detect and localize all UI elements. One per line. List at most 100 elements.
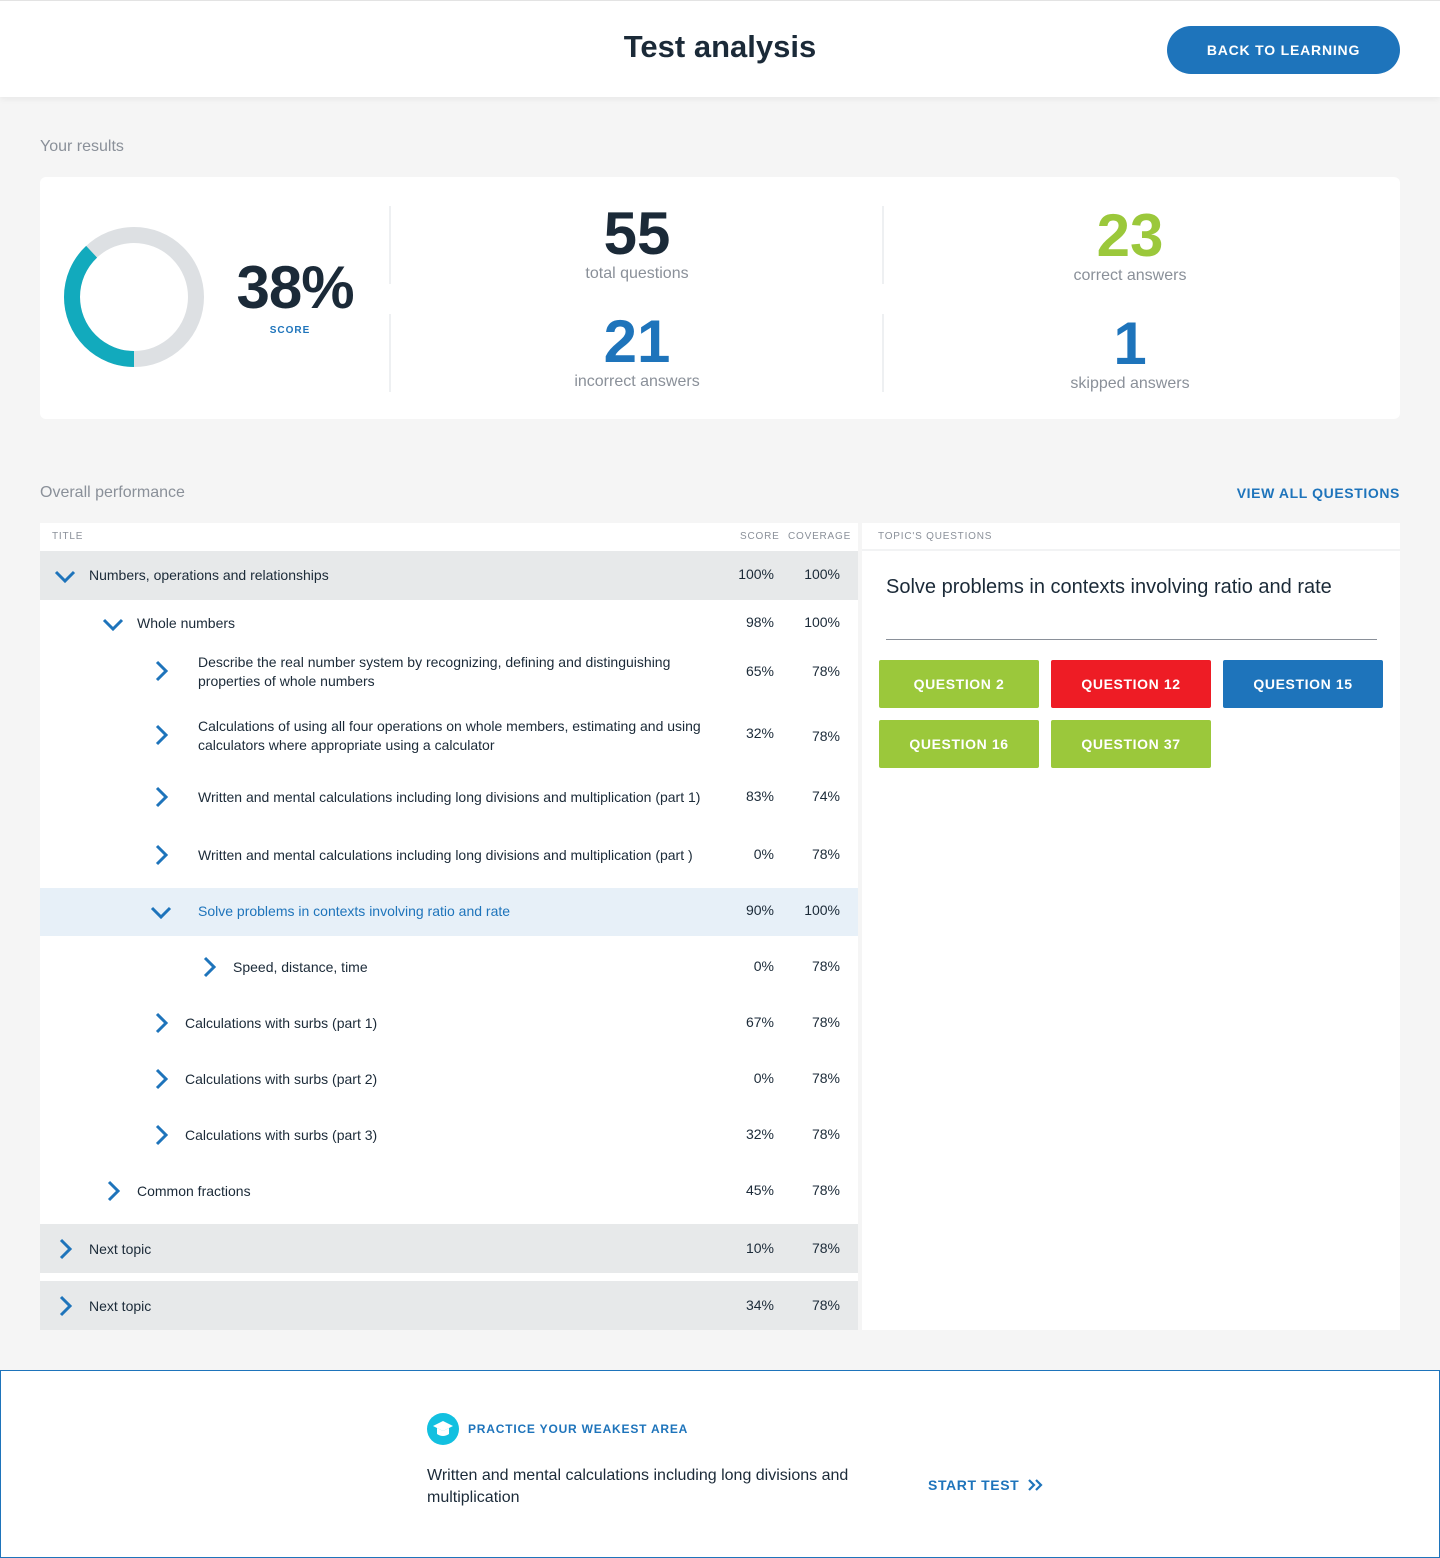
chevron-down-icon[interactable] (53, 564, 77, 588)
chevron-down-icon[interactable] (149, 900, 173, 924)
graduation-cap-icon (427, 1413, 459, 1445)
practice-weakest-area: PRACTICE YOUR WEAKEST AREA Written and m… (0, 1370, 1440, 1558)
row-score: 83% (745, 788, 774, 804)
row-coverage: 78% (811, 958, 840, 974)
page-header: Test analysis BACK TO LEARNING (0, 0, 1440, 97)
chevron-right-icon[interactable] (101, 1179, 125, 1203)
row-coverage: 78% (811, 728, 840, 744)
stat-skipped-answers: 1 skipped answers (980, 313, 1280, 393)
back-to-learning-button[interactable]: BACK TO LEARNING (1167, 26, 1400, 74)
row-coverage: 100% (804, 566, 840, 582)
column-header-title: TITLE (52, 531, 84, 542)
row-score: 10% (745, 1240, 774, 1256)
divider (886, 639, 1377, 640)
row-title: Numbers, operations and relationships (89, 567, 329, 583)
start-test-label: START TEST (928, 1477, 1020, 1493)
row-coverage: 78% (811, 1014, 840, 1030)
column-header-coverage: COVERAGE (788, 531, 852, 542)
chevron-right-icon[interactable] (149, 785, 173, 809)
table-row[interactable]: Calculations with surbs (part 1) 67% 78% (40, 1000, 858, 1048)
score-donut-chart (64, 227, 204, 367)
question-button-correct[interactable]: QUESTION 37 (1051, 720, 1211, 768)
table-row[interactable]: Common fractions 45% 78% (40, 1168, 858, 1216)
table-row[interactable]: Next topic 34% 78% (40, 1281, 858, 1330)
stat-label: skipped answers (1070, 375, 1190, 392)
table-row[interactable]: Whole numbers 98% 100% (40, 600, 858, 648)
row-score: 34% (745, 1297, 774, 1313)
table-row-selected[interactable]: Solve problems in contexts involving rat… (40, 888, 858, 936)
chevron-right-icon[interactable] (149, 1067, 173, 1091)
divider (882, 206, 884, 284)
row-title: Next topic (89, 1298, 152, 1314)
chevron-right-icon[interactable] (197, 955, 221, 979)
performance-section-label: Overall performance (40, 484, 185, 501)
question-button-incorrect[interactable]: QUESTION 12 (1051, 660, 1211, 708)
chevron-right-icon[interactable] (149, 1123, 173, 1147)
score-label: SCORE (269, 325, 311, 336)
row-coverage: 78% (811, 1297, 840, 1313)
stat-label: incorrect answers (574, 373, 700, 390)
chevron-right-icon[interactable] (53, 1237, 77, 1261)
row-coverage: 78% (811, 1070, 840, 1086)
chevron-right-icon[interactable] (149, 723, 173, 747)
question-button-correct[interactable]: QUESTION 2 (879, 660, 1039, 708)
row-title: Calculations with surbs (part 2) (185, 1071, 378, 1087)
row-coverage: 78% (811, 663, 840, 679)
row-score: 90% (745, 902, 774, 918)
row-coverage: 78% (811, 846, 840, 862)
row-score: 32% (745, 1126, 774, 1142)
row-coverage: 78% (811, 1182, 840, 1198)
row-score: 65% (745, 663, 774, 679)
start-test-button[interactable]: START TEST (928, 1477, 1043, 1493)
row-score: 100% (738, 566, 774, 582)
row-title: Speed, distance, time (233, 959, 368, 975)
practice-title: PRACTICE YOUR WEAKEST AREA (468, 1422, 689, 1436)
double-chevron-right-icon (1028, 1479, 1043, 1491)
row-title: Whole numbers (137, 615, 236, 631)
table-row[interactable]: Written and mental calculations includin… (40, 832, 858, 880)
divider (862, 549, 1400, 551)
row-title: Calculations with surbs (part 3) (185, 1127, 378, 1143)
row-score: 0% (753, 846, 774, 862)
chevron-down-icon[interactable] (101, 612, 125, 636)
performance-table: TITLE SCORE COVERAGE Numbers, operations… (40, 523, 858, 1330)
stat-value: 23 (1096, 202, 1164, 269)
table-row[interactable]: Calculations of using all four operation… (40, 712, 858, 760)
stat-incorrect-answers: 21 incorrect answers (487, 311, 787, 391)
row-coverage: 100% (804, 614, 840, 630)
chevron-right-icon[interactable] (149, 1011, 173, 1035)
stat-value: 21 (603, 308, 671, 375)
row-coverage: 78% (811, 1240, 840, 1256)
row-score: 0% (753, 1070, 774, 1086)
row-title: Written and mental calculations includin… (198, 847, 693, 863)
row-score: 98% (745, 614, 774, 630)
chevron-right-icon[interactable] (149, 659, 173, 683)
score-percentage: 38% (236, 254, 354, 321)
table-row[interactable]: Written and mental calculations includin… (40, 774, 858, 822)
table-row[interactable]: Numbers, operations and relationships 10… (40, 551, 858, 600)
row-score: 32% (745, 725, 774, 741)
divider (882, 314, 884, 392)
row-title: Written and mental calculations includin… (198, 789, 701, 805)
chevron-right-icon[interactable] (149, 843, 173, 867)
column-header-score: SCORE (740, 531, 780, 542)
table-row[interactable]: Calculations with surbs (part 2) 0% 78% (40, 1056, 858, 1104)
stat-value: 55 (603, 200, 671, 267)
stat-total-questions: 55 total questions (487, 203, 787, 283)
topic-questions-header: TOPIC'S QUESTIONS (878, 531, 993, 542)
table-row[interactable]: Speed, distance, time 0% 78% (40, 944, 858, 992)
view-all-questions-link[interactable]: VIEW ALL QUESTIONS (1200, 485, 1400, 501)
divider (389, 206, 391, 284)
table-row[interactable]: Describe the real number system by recog… (40, 648, 858, 696)
question-button-skipped[interactable]: QUESTION 15 (1223, 660, 1383, 708)
chevron-right-icon[interactable] (53, 1294, 77, 1318)
topic-title: Solve problems in contexts involving rat… (886, 576, 1332, 598)
table-row[interactable]: Calculations with surbs (part 3) 32% 78% (40, 1112, 858, 1160)
stat-value: 1 (1113, 310, 1147, 377)
question-button-correct[interactable]: QUESTION 16 (879, 720, 1039, 768)
row-title: Calculations of using all four operation… (198, 718, 701, 753)
row-title: Common fractions (137, 1183, 251, 1199)
row-coverage: 78% (811, 1126, 840, 1142)
table-row[interactable]: Next topic 10% 78% (40, 1224, 858, 1273)
stat-label: correct answers (1073, 267, 1187, 284)
